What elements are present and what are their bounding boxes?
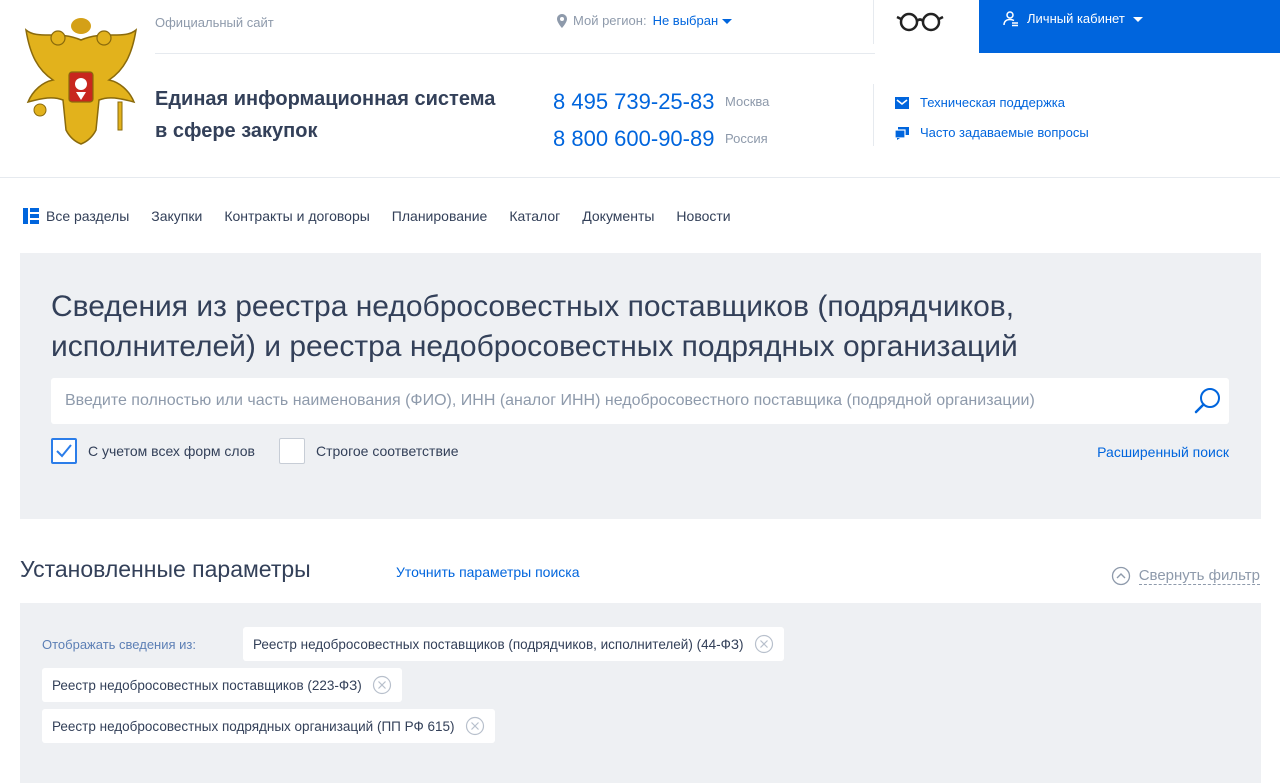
filter-chip-label: Реестр недобросовестных подрядных органи… <box>52 718 455 734</box>
remove-circle-icon[interactable] <box>754 634 774 654</box>
all-word-forms-label: С учетом всех форм слов <box>88 443 255 459</box>
coat-of-arms-icon <box>24 18 138 145</box>
params-title: Установленные параметры <box>20 556 311 582</box>
region-selector[interactable]: Мой регион: Не выбран <box>557 13 733 28</box>
main-nav: Все разделы Закупки Контракты и договоры… <box>0 179 1280 253</box>
refine-params-link[interactable]: Уточнить параметры поиска <box>396 564 580 580</box>
nav-item-all-sections[interactable]: Все разделы <box>22 207 129 225</box>
user-icon <box>1003 11 1018 27</box>
tech-support-link[interactable]: Техническая поддержка <box>894 95 1065 110</box>
chat-icon <box>894 126 909 140</box>
region-label: Мой регион: <box>573 13 647 28</box>
nav-item-news[interactable]: Новости <box>676 208 730 224</box>
nav-item-documents[interactable]: Документы <box>582 208 654 224</box>
header-divider <box>155 53 875 54</box>
header-vertical-divider <box>873 0 874 44</box>
sections-icon <box>23 208 39 224</box>
nav-item-catalog[interactable]: Каталог <box>509 208 560 224</box>
header-vertical-divider <box>873 84 874 146</box>
chevron-down-icon <box>722 19 733 25</box>
checkmark-icon <box>56 444 72 458</box>
nav-item-label: Все разделы <box>46 208 130 224</box>
tech-support-label: Техническая поддержка <box>920 95 1065 110</box>
mail-icon <box>895 96 909 109</box>
display-from-label: Отображать сведения из: <box>42 637 196 652</box>
nav-item-purchases[interactable]: Закупки <box>151 208 202 224</box>
all-word-forms-checkbox[interactable] <box>51 438 77 464</box>
cabinet-label: Личный кабинет <box>1027 11 1125 26</box>
nav-item-planning[interactable]: Планирование <box>392 208 488 224</box>
official-site-label: Официальный сайт <box>155 15 274 30</box>
location-pin-icon <box>557 13 567 28</box>
remove-circle-icon[interactable] <box>372 675 392 695</box>
advanced-search-link[interactable]: Расширенный поиск <box>1097 444 1229 460</box>
search-icon[interactable] <box>1193 386 1223 416</box>
site-header: Официальный сайт Мой регион: Не выбран Л… <box>0 0 1280 178</box>
site-title-line1: Единая информационная система <box>155 88 496 110</box>
filter-chip: Реестр недобросовестных подрядных органи… <box>42 709 495 743</box>
option-strict-match[interactable]: Строгое соответствие <box>278 438 459 464</box>
collapse-filter-label: Свернуть фильтр <box>1138 567 1260 585</box>
faq-link[interactable]: Часто задаваемые вопросы <box>894 125 1089 140</box>
filter-chip: Реестр недобросовестных поставщиков (под… <box>243 627 784 661</box>
phone-moscow[interactable]: 8 495 739-25-83 <box>553 89 714 115</box>
region-value[interactable]: Не выбран <box>653 13 733 28</box>
collapse-filter-button[interactable]: Свернуть фильтр <box>1111 566 1260 586</box>
phone-city-russia: Россия <box>725 131 768 146</box>
search-box <box>51 378 1229 424</box>
filter-chip: Реестр недобросовестных поставщиков (223… <box>42 668 402 702</box>
filter-chip-label: Реестр недобросовестных поставщиков (223… <box>52 677 362 693</box>
params-panel: Отображать сведения из: Реестр недобросо… <box>20 603 1261 783</box>
nav-item-contracts[interactable]: Контракты и договоры <box>224 208 369 224</box>
search-options: С учетом всех форм слов Строгое соответс… <box>51 438 483 464</box>
filter-chip-label: Реестр недобросовестных поставщиков (под… <box>253 636 744 652</box>
search-input[interactable] <box>51 378 1181 424</box>
faq-label: Часто задаваемые вопросы <box>920 125 1089 140</box>
option-all-word-forms[interactable]: С учетом всех форм слов <box>51 438 255 464</box>
page-title: Сведения из реестра недобросовестных пос… <box>51 290 1018 363</box>
site-title-line2: в сфере закупок <box>155 120 318 142</box>
chevron-up-circle-icon <box>1111 566 1130 586</box>
personal-cabinet-button[interactable]: Личный кабинет <box>979 0 1280 53</box>
remove-circle-icon[interactable] <box>465 716 485 736</box>
search-panel: Сведения из реестра недобросовестных пос… <box>20 253 1261 519</box>
glasses-icon[interactable] <box>896 10 944 34</box>
strict-match-label: Строгое соответствие <box>315 443 459 459</box>
phone-city-moscow: Москва <box>725 94 770 109</box>
chevron-down-icon <box>1132 17 1143 22</box>
phone-russia[interactable]: 8 800 600-90-89 <box>553 126 714 152</box>
strict-match-checkbox[interactable] <box>278 438 305 464</box>
